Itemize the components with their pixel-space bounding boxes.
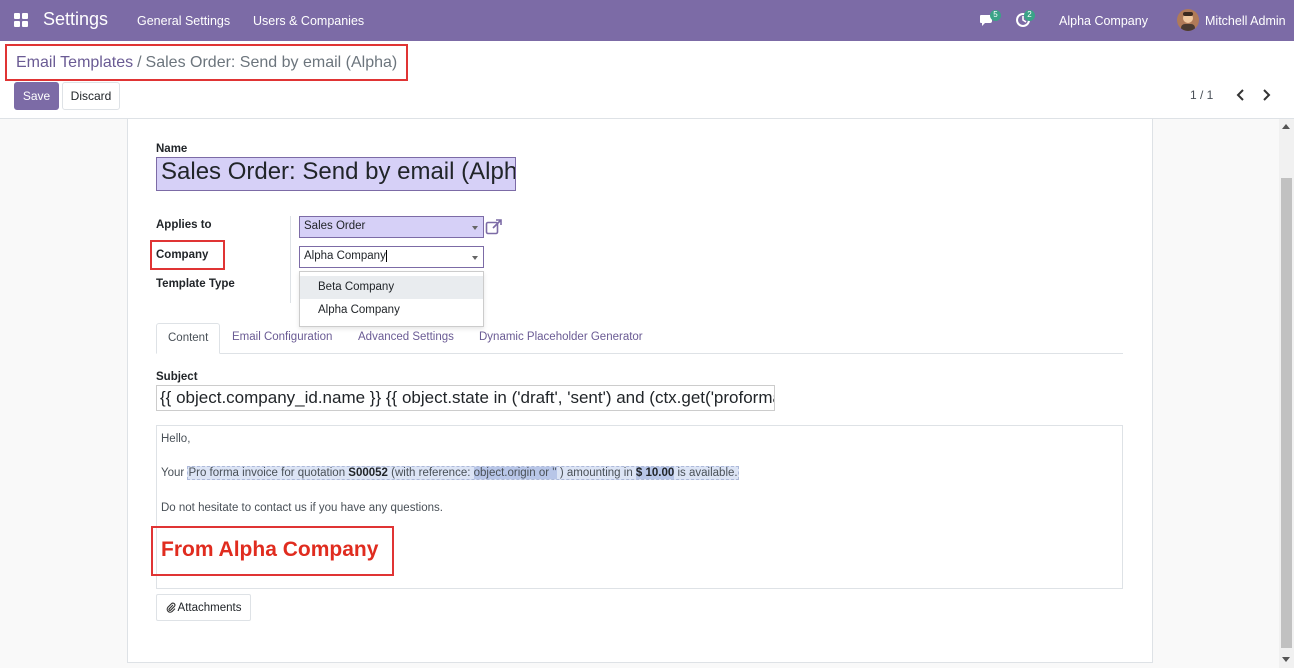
activities-badge: 2: [1024, 10, 1035, 21]
applies-to-select[interactable]: Sales Order: [299, 216, 484, 238]
body-signature: From Alpha Company: [161, 538, 379, 561]
company-switcher[interactable]: Alpha Company: [1059, 14, 1148, 28]
applies-to-value: Sales Order: [304, 220, 366, 232]
breadcrumb-current: Sales Order: Send by email (Alpha): [145, 53, 398, 71]
tab-advanced-settings[interactable]: Advanced Settings: [347, 323, 465, 354]
form-tabs: Content Email Configuration Advanced Set…: [156, 323, 1123, 354]
page-scrollbar[interactable]: [1279, 119, 1294, 668]
body-greeting: Hello,: [161, 433, 191, 445]
ph-proforma: Pro forma invoice for: [188, 467, 295, 479]
menu-users-companies[interactable]: Users & Companies: [253, 14, 364, 28]
ph-amount: $ 10.00: [635, 467, 675, 479]
subject-label: Subject: [156, 371, 198, 383]
ph-quotation: quotation: [297, 467, 346, 479]
scroll-up-icon[interactable]: [1282, 124, 1290, 129]
applies-to-caret-icon: [472, 226, 478, 230]
breadcrumb-separator: /: [137, 53, 142, 71]
save-button[interactable]: Save: [14, 82, 59, 110]
dropdown-option-alpha[interactable]: Alpha Company: [300, 299, 483, 322]
subject-input[interactable]: {{ object.company_id.name }} {{ object.s…: [156, 385, 775, 411]
body-editor[interactable]: Hello, Your Pro forma invoice for quotat…: [151, 425, 1123, 589]
applies-to-label: Applies to: [156, 219, 212, 231]
control-panel: Email Templates / Sales Order: Send by e…: [0, 41, 1294, 119]
dropdown-option-beta[interactable]: Beta Company: [300, 276, 483, 299]
paperclip-icon: [166, 602, 175, 613]
name-input[interactable]: Sales Order: Send by email (Alpha): [156, 157, 516, 191]
company-label: Company: [156, 249, 209, 261]
top-navbar: Settings General Settings Users & Compan…: [0, 0, 1294, 41]
ph-origin: object.origin or '': [473, 467, 557, 479]
attachments-label: Attachments: [177, 601, 242, 614]
scroll-thumb[interactable]: [1281, 178, 1292, 648]
pager-value[interactable]: 1 / 1: [1190, 88, 1213, 102]
discard-button[interactable]: Discard: [62, 82, 120, 110]
breadcrumb-email-templates[interactable]: Email Templates: [16, 54, 133, 72]
tab-dynamic-placeholder[interactable]: Dynamic Placeholder Generator: [468, 323, 654, 354]
ph-available: is available.: [677, 467, 738, 479]
ph-order-name: S00052: [348, 467, 388, 479]
messages-badge: 5: [990, 10, 1001, 21]
company-value: Alpha Company: [304, 250, 386, 263]
ph-reference-label: (with reference:: [391, 467, 471, 479]
company-dropdown: Beta Company Alpha Company: [299, 271, 484, 327]
menu-general-settings[interactable]: General Settings: [137, 14, 230, 28]
body-quotation-line: Your Pro forma invoice for quotation S00…: [161, 466, 739, 480]
pager-next-icon[interactable]: [1258, 86, 1274, 104]
attachments-button[interactable]: Attachments: [156, 594, 251, 621]
tab-email-configuration[interactable]: Email Configuration: [221, 323, 343, 354]
pager-previous-icon[interactable]: [1233, 86, 1249, 104]
apps-menu-icon[interactable]: [14, 13, 28, 27]
breadcrumb: Email Templates / Sales Order: Send by e…: [5, 44, 409, 81]
field-divider: [290, 216, 291, 303]
tab-content[interactable]: Content: [156, 323, 221, 354]
template-type-label: Template Type: [156, 278, 235, 290]
scroll-down-icon[interactable]: [1282, 657, 1290, 662]
ph-amount-label: ) amounting in: [559, 467, 633, 479]
line-prefix: Your: [161, 467, 185, 479]
user-menu[interactable]: Mitchell Admin: [1205, 14, 1286, 28]
external-link-icon[interactable]: [485, 218, 503, 236]
user-avatar[interactable]: [1177, 9, 1199, 31]
placeholder-block[interactable]: Pro forma invoice for quotation S00052 (…: [187, 466, 739, 480]
app-name[interactable]: Settings: [43, 9, 108, 30]
body-closing: Do not hesitate to contact us if you hav…: [161, 502, 443, 514]
company-caret-icon: [472, 256, 478, 260]
company-select[interactable]: Alpha Company: [299, 246, 484, 268]
name-label: Name: [156, 143, 188, 155]
